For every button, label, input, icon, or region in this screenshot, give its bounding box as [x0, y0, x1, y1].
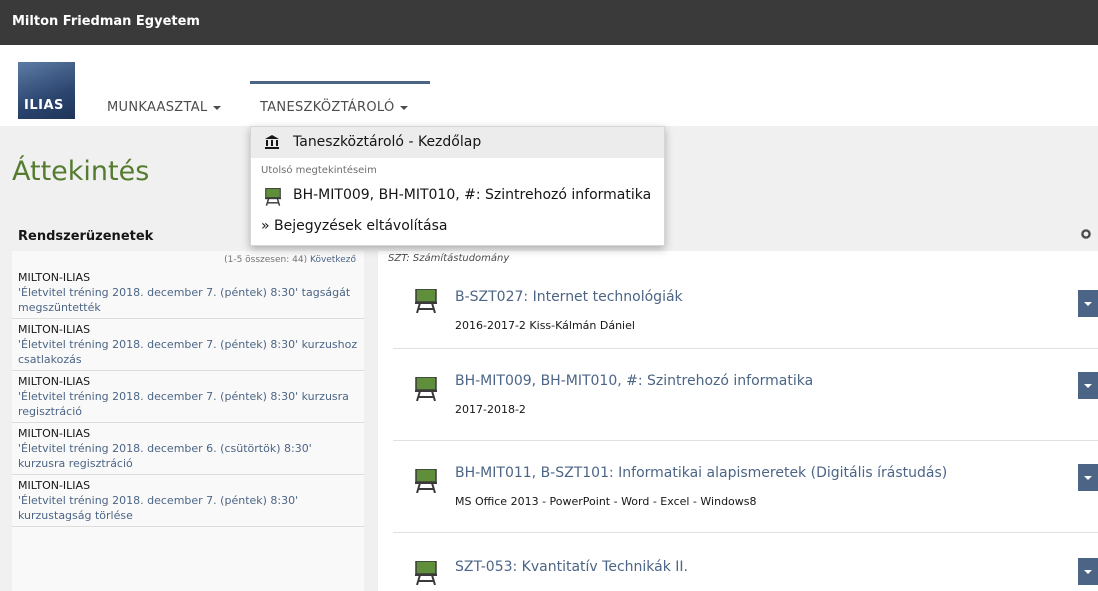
message-text[interactable]: 'Életvitel tréning 2018. december 7. (pé… [18, 285, 358, 315]
course-icon [415, 376, 437, 402]
dropdown-remove-entries-link[interactable]: » Bejegyzések eltávolítása [261, 218, 447, 234]
dropdown-item-recent-course[interactable]: BH-MIT009, BH-MIT010, #: Szintrehozó inf… [251, 181, 664, 209]
message-item: MILTON-ILIAS 'Életvitel tréning 2018. de… [12, 475, 364, 527]
message-text[interactable]: 'Életvitel tréning 2018. december 7. (pé… [18, 337, 358, 367]
message-item: MILTON-ILIAS 'Életvitel tréning 2018. de… [12, 371, 364, 423]
message-item: MILTON-ILIAS 'Életvitel tréning 2018. de… [12, 319, 364, 371]
menu-repository[interactable]: TANESZKÖZTÁROLÓ [260, 100, 409, 115]
course-icon [265, 187, 281, 206]
message-item: MILTON-ILIAS 'Életvitel tréning 2018. de… [12, 267, 364, 319]
menu-repository-tab[interactable]: TANESZKÖZTÁROLÓ [250, 81, 430, 126]
course-icon [415, 288, 437, 314]
logo-text: ILIAS [24, 98, 64, 113]
message-text[interactable]: 'Életvitel tréning 2018. december 6. (cs… [18, 441, 358, 471]
ilias-logo[interactable]: ILIAS [18, 62, 75, 119]
course-title-link[interactable]: SZT-053: Kvantitatív Technikák II. [455, 559, 688, 575]
actions-dropdown-button[interactable] [1078, 372, 1098, 399]
course-icon [415, 560, 437, 586]
messages-pager: (1-5 összesen: 44) Következő [12, 251, 364, 267]
message-source: MILTON-ILIAS [18, 427, 91, 440]
course-item: B-SZT027: Internet technológiák 2016-201… [393, 267, 1098, 349]
category-label: SZT: Számítástudomány [388, 253, 510, 264]
dropdown-item-repository-home[interactable]: Taneszköztároló - Kezdőlap [251, 127, 664, 158]
message-item: MILTON-ILIAS 'Életvitel tréning 2018. de… [12, 423, 364, 475]
main-menu-bar: ILIAS MUNKAASZTAL TANESZKÖZTÁROLÓ [0, 45, 1098, 126]
dropdown-section-label: Utolsó megtekintéseim [261, 165, 377, 176]
caret-down-icon [400, 105, 409, 110]
dropdown-home-label: Taneszköztároló - Kezdőlap [293, 134, 482, 150]
message-source: MILTON-ILIAS [18, 271, 91, 284]
course-title-link[interactable]: BH-MIT011, B-SZT101: Informatikai alapis… [455, 465, 947, 481]
top-bar: Milton Friedman Egyetem [0, 0, 1098, 45]
repository-home-icon [264, 134, 280, 150]
message-source: MILTON-ILIAS [18, 375, 91, 388]
message-text[interactable]: 'Életvitel tréning 2018. december 7. (pé… [18, 493, 358, 523]
menu-repository-label: TANESZKÖZTÁROLÓ [260, 100, 395, 115]
caret-down-icon [213, 105, 222, 110]
course-icon [415, 468, 437, 494]
message-source: MILTON-ILIAS [18, 323, 91, 336]
course-item: BH-MIT011, B-SZT101: Informatikai alapis… [393, 441, 1098, 533]
dropdown-recent-label: BH-MIT009, BH-MIT010, #: Szintrehozó inf… [293, 187, 652, 203]
message-text[interactable]: 'Életvitel tréning 2018. december 7. (pé… [18, 389, 358, 419]
menu-workspace-label: MUNKAASZTAL [107, 100, 208, 115]
course-subtitle: MS Office 2013 - PowerPoint - Word - Exc… [455, 495, 757, 508]
message-source: MILTON-ILIAS [18, 479, 91, 492]
institution-name: Milton Friedman Egyetem [12, 14, 200, 29]
course-title-link[interactable]: B-SZT027: Internet technológiák [455, 289, 683, 305]
course-item: SZT-053: Kvantitatív Technikák II. [393, 533, 1098, 591]
actions-dropdown-button[interactable] [1078, 558, 1098, 585]
actions-dropdown-button[interactable] [1078, 464, 1098, 491]
system-messages-panel: Rendszerüzenetek (1-5 összesen: 44) Köve… [12, 218, 364, 591]
menu-workspace[interactable]: MUNKAASZTAL [107, 100, 222, 115]
page-title: Áttekintés [12, 156, 150, 187]
course-subtitle: 2017-2018-2 [455, 403, 526, 416]
course-subtitle: 2016-2017-2 Kiss-Kálmán Dániel [455, 319, 635, 332]
courses-panel: SZT: Számítástudomány B-SZT027: Internet… [378, 218, 1098, 591]
pager-count: (1-5 összesen: 44) [224, 255, 308, 265]
pager-next-link[interactable]: Következő [310, 255, 356, 265]
repository-dropdown-menu: Taneszköztároló - Kezdőlap Utolsó megtek… [250, 126, 665, 246]
course-title-link[interactable]: BH-MIT009, BH-MIT010, #: Szintrehozó inf… [455, 373, 813, 389]
gear-icon[interactable] [1080, 228, 1092, 240]
course-item: BH-MIT009, BH-MIT010, #: Szintrehozó inf… [393, 349, 1098, 441]
actions-dropdown-button[interactable] [1078, 290, 1098, 317]
